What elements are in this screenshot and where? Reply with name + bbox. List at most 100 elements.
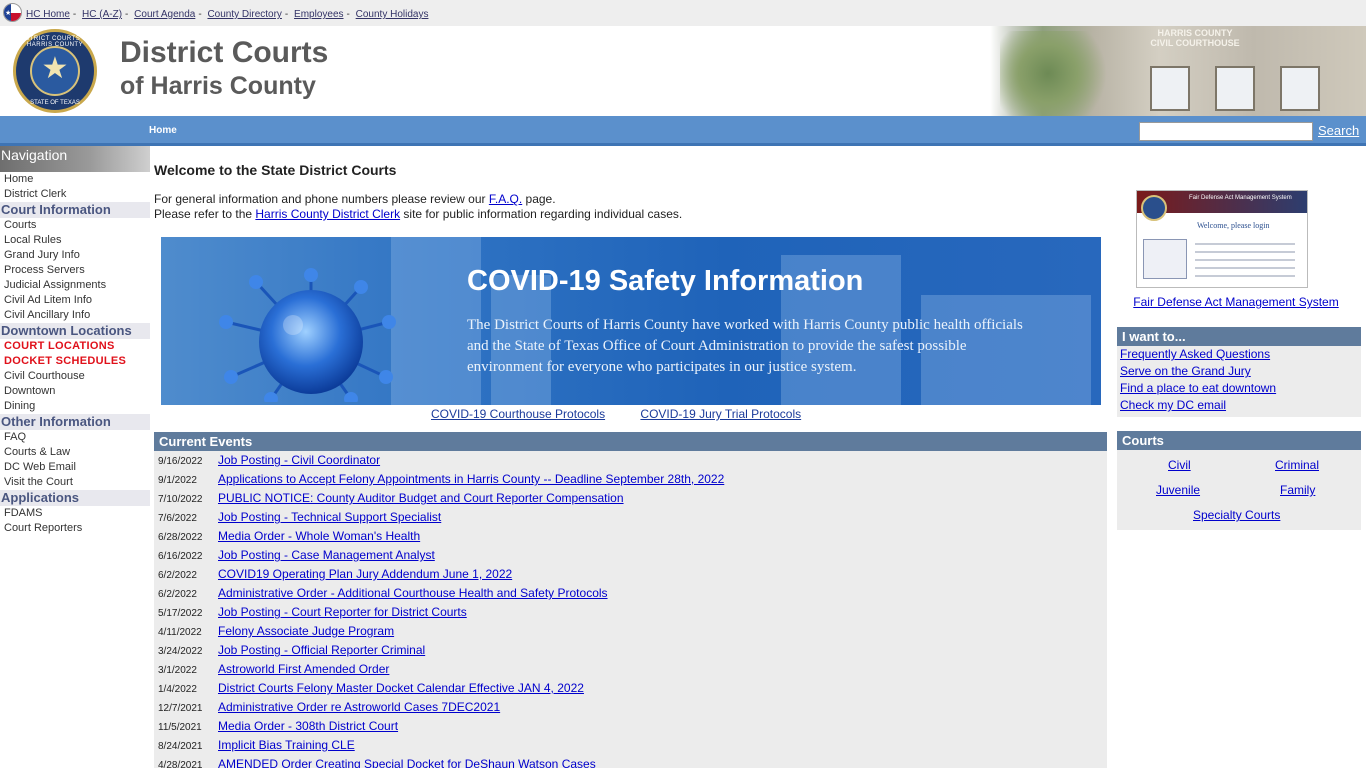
event-row: 1/4/2022 District Courts Felony Master Do… bbox=[154, 679, 1107, 698]
event-row: 6/16/2022 Job Posting - Case Management A… bbox=[154, 546, 1107, 565]
event-link[interactable]: Administrative Order - Additional Courth… bbox=[218, 586, 608, 600]
event-date: 4/28/2021 bbox=[158, 760, 203, 768]
event-link[interactable]: Job Posting - Technical Support Speciali… bbox=[218, 510, 441, 524]
event-date: 3/24/2022 bbox=[158, 646, 203, 657]
sidebar-item-local-rules[interactable]: Local Rules bbox=[0, 233, 150, 248]
district-clerk-link[interactable]: Harris County District Clerk bbox=[255, 207, 400, 221]
page-title: Welcome to the State District Courts bbox=[154, 162, 397, 178]
event-link[interactable]: Job Posting - Civil Coordinator bbox=[218, 453, 380, 467]
event-link[interactable]: Applications to Accept Felony Appointmen… bbox=[218, 472, 724, 486]
event-date: 8/24/2021 bbox=[158, 741, 203, 752]
event-row: 12/7/2021 Administrative Order re Astrowo… bbox=[154, 698, 1107, 717]
i-want-to-box: I want to... Frequently Asked Questions … bbox=[1117, 327, 1361, 417]
court-link-civil[interactable]: Civil bbox=[1168, 458, 1191, 472]
sidebar-item-court-locations[interactable]: COURT LOCATIONS bbox=[0, 339, 150, 354]
event-row: 5/17/2022 Job Posting - Court Reporter fo… bbox=[154, 603, 1107, 622]
sidebar-item-docket-schedules[interactable]: DOCKET SCHEDULES bbox=[0, 354, 150, 369]
grand-jury-quick-link[interactable]: Serve on the Grand Jury bbox=[1117, 363, 1361, 380]
event-link[interactable]: Job Posting - Case Management Analyst bbox=[218, 548, 435, 562]
event-row: 4/28/2021 AMENDED Order Creating Special … bbox=[154, 755, 1107, 768]
sidebar-item-process-servers[interactable]: Process Servers bbox=[0, 263, 150, 278]
event-row: 3/24/2022 Job Posting - Official Reporter… bbox=[154, 641, 1107, 660]
sidebar-item-civil-ad-litem-info[interactable]: Civil Ad Litem Info bbox=[0, 293, 150, 308]
event-date: 12/7/2021 bbox=[158, 703, 203, 714]
main-content: Welcome to the State District Courts For… bbox=[150, 146, 1110, 768]
top-link-hc-home[interactable]: HC Home bbox=[26, 9, 70, 20]
event-link[interactable]: COVID19 Operating Plan Jury Addendum Jun… bbox=[218, 567, 512, 581]
event-row: 9/1/2022 Applications to Accept Felony Ap… bbox=[154, 470, 1107, 489]
sidebar-item-faq[interactable]: FAQ bbox=[0, 430, 150, 445]
event-link[interactable]: District Courts Felony Master Docket Cal… bbox=[218, 681, 584, 695]
sidebar-item-dining[interactable]: Dining bbox=[0, 399, 150, 414]
event-link[interactable]: Media Order - Whole Woman's Health bbox=[218, 529, 420, 543]
sidebar-item-court-reporters[interactable]: Court Reporters bbox=[0, 521, 150, 536]
sidebar-item-district-clerk[interactable]: District Clerk bbox=[0, 187, 150, 202]
seal-icon bbox=[1141, 195, 1167, 221]
sidebar-item-courts[interactable]: Courts bbox=[0, 218, 150, 233]
event-link[interactable]: Astroworld First Amended Order bbox=[218, 662, 389, 676]
event-date: 5/17/2022 bbox=[158, 608, 203, 619]
covid-links: COVID-19 Courthouse Protocols COVID-19 J… bbox=[431, 407, 833, 421]
sidebar-item-home[interactable]: Home bbox=[0, 172, 150, 187]
texas-flag-icon[interactable]: ★ bbox=[3, 3, 22, 22]
covid-courthouse-protocols-link[interactable]: COVID-19 Courthouse Protocols bbox=[431, 407, 605, 421]
top-link-court-agenda[interactable]: Court Agenda bbox=[134, 9, 195, 20]
sidebar-item-grand-jury-info[interactable]: Grand Jury Info bbox=[0, 248, 150, 263]
district-courts-seal-logo[interactable]: DISTRICT COURTS OF HARRIS COUNTY ★ STATE… bbox=[13, 29, 97, 113]
sidebar-section-applications: Applications bbox=[0, 490, 150, 506]
eat-downtown-quick-link[interactable]: Find a place to eat downtown bbox=[1117, 380, 1361, 397]
event-row: 6/2/2022 Administrative Order - Additiona… bbox=[154, 584, 1107, 603]
event-link[interactable]: Job Posting - Court Reporter for Distric… bbox=[218, 605, 467, 619]
fdams-login-screenshot[interactable]: Fair Defense Act Management System Welco… bbox=[1136, 190, 1308, 288]
event-link[interactable]: AMENDED Order Creating Special Docket fo… bbox=[218, 757, 596, 768]
event-link[interactable]: Administrative Order re Astroworld Cases… bbox=[218, 700, 500, 714]
faq-link[interactable]: F.A.Q. bbox=[489, 192, 522, 206]
event-link[interactable]: Felony Associate Judge Program bbox=[218, 624, 394, 638]
star-icon: ★ bbox=[41, 52, 69, 85]
covid-jury-trial-protocols-link[interactable]: COVID-19 Jury Trial Protocols bbox=[640, 407, 801, 421]
sidebar-item-judicial-assignments[interactable]: Judicial Assignments bbox=[0, 278, 150, 293]
sidebar-item-courts-law[interactable]: Courts & Law bbox=[0, 445, 150, 460]
covid-banner[interactable]: COVID-19 Safety Information The District… bbox=[161, 237, 1101, 405]
search-button[interactable]: Search bbox=[1318, 123, 1359, 138]
court-link-specialty[interactable]: Specialty Courts bbox=[1193, 508, 1280, 522]
sidebar-item-fdams[interactable]: FDAMS bbox=[0, 506, 150, 521]
court-link-juvenile[interactable]: Juvenile bbox=[1156, 483, 1200, 497]
top-link-hc-a-z[interactable]: HC (A-Z) bbox=[82, 9, 122, 20]
event-link[interactable]: Media Order - 308th District Court bbox=[218, 719, 398, 733]
sidebar-section-downtown-locations: Downtown Locations bbox=[0, 323, 150, 339]
site-title-line1: District Courts bbox=[120, 36, 329, 69]
events-list: 9/16/2022 Job Posting - Civil Coordinator… bbox=[154, 451, 1107, 768]
event-date: 6/2/2022 bbox=[158, 570, 197, 581]
dc-email-quick-link[interactable]: Check my DC email bbox=[1117, 397, 1361, 414]
event-link[interactable]: Job Posting - Official Reporter Criminal bbox=[218, 643, 425, 657]
sidebar-item-civil-courthouse[interactable]: Civil Courthouse bbox=[0, 369, 150, 384]
court-link-criminal[interactable]: Criminal bbox=[1275, 458, 1319, 472]
top-utility-bar: ★ HC Home - HC (A-Z) - Court Agenda - Count… bbox=[0, 0, 1366, 26]
event-date: 4/11/2022 bbox=[158, 627, 202, 638]
fdams-link[interactable]: Fair Defense Act Management System bbox=[1133, 295, 1338, 309]
faq-quick-link[interactable]: Frequently Asked Questions bbox=[1117, 346, 1361, 363]
sidebar-item-dc-web-email[interactable]: DC Web Email bbox=[0, 460, 150, 475]
event-row: 9/16/2022 Job Posting - Civil Coordinator bbox=[154, 451, 1107, 470]
covid-body: The District Courts of Harris County hav… bbox=[467, 317, 1023, 375]
event-link[interactable]: PUBLIC NOTICE: County Auditor Budget and… bbox=[218, 491, 624, 505]
search-input[interactable] bbox=[1139, 122, 1313, 141]
sidebar-item-downtown[interactable]: Downtown bbox=[0, 384, 150, 399]
courts-box: Courts Civil Criminal Juvenile Family Sp… bbox=[1117, 431, 1361, 530]
top-link-county-directory[interactable]: County Directory bbox=[207, 9, 281, 20]
court-link-family[interactable]: Family bbox=[1280, 483, 1315, 497]
nav-home-link[interactable]: Home bbox=[149, 125, 177, 136]
sidebar-item-civil-ancillary-info[interactable]: Civil Ancillary Info bbox=[0, 308, 150, 323]
event-row: 7/6/2022 Job Posting - Technical Support … bbox=[154, 508, 1107, 527]
top-link-employees[interactable]: Employees bbox=[294, 9, 343, 20]
event-row: 3/1/2022 Astroworld First Amended Order bbox=[154, 660, 1107, 679]
event-row: 7/10/2022 PUBLIC NOTICE: County Auditor B… bbox=[154, 489, 1107, 508]
current-events-title: Current Events bbox=[154, 432, 1107, 451]
sidebar-item-visit-the-court[interactable]: Visit the Court bbox=[0, 475, 150, 490]
event-date: 9/16/2022 bbox=[158, 456, 203, 467]
left-navigation: Navigation Home District Clerk Court Infor… bbox=[0, 146, 150, 768]
top-link-county-holidays[interactable]: County Holidays bbox=[356, 9, 429, 20]
event-date: 9/1/2022 bbox=[158, 475, 197, 486]
event-link[interactable]: Implicit Bias Training CLE bbox=[218, 738, 355, 752]
